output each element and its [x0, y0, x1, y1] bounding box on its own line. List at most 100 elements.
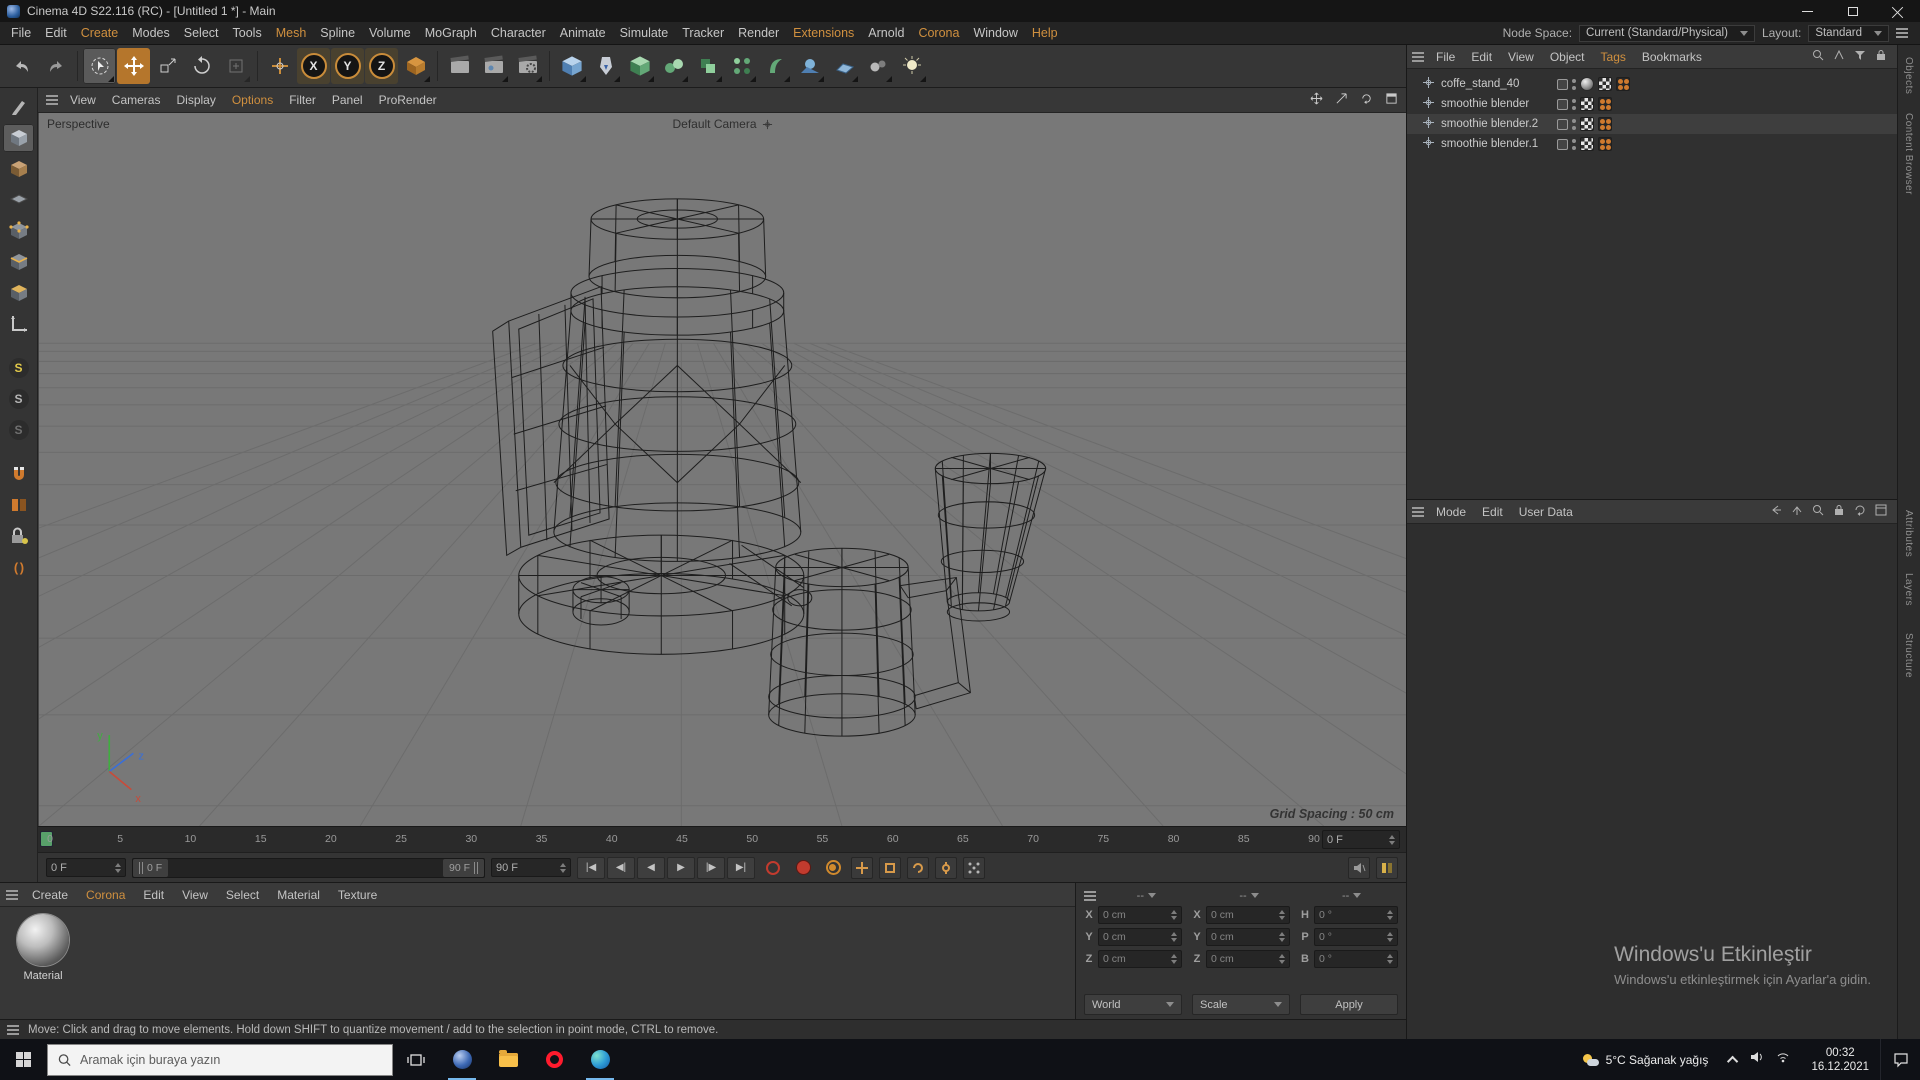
texture-tag-icon[interactable] — [1580, 97, 1594, 111]
lock-icon[interactable] — [1875, 49, 1887, 64]
range-start-handle[interactable]: 0 F — [133, 858, 169, 877]
zoom-view-icon[interactable] — [1335, 92, 1348, 108]
tab-attributes[interactable]: Attributes — [1903, 510, 1914, 557]
viewport-3d[interactable]: y z x Perspective Default Camera Grid Sp… — [38, 113, 1406, 826]
redo-button[interactable] — [39, 48, 72, 84]
space-select[interactable]: World — [1084, 994, 1182, 1015]
am-menu-userdata[interactable]: User Data — [1512, 505, 1580, 519]
menu-create[interactable]: Create — [74, 26, 126, 40]
minimize-button[interactable] — [1785, 0, 1830, 22]
menu-edit[interactable]: Edit — [38, 26, 74, 40]
enable-toggle[interactable] — [1557, 118, 1568, 130]
add-environment-button[interactable] — [793, 48, 826, 84]
maximize-button[interactable] — [1830, 0, 1875, 22]
range-end-handle[interactable]: 90 F — [442, 858, 484, 877]
taskbar-search[interactable] — [47, 1043, 393, 1076]
om-menu-view[interactable]: View — [1501, 50, 1541, 64]
back-arrow-icon[interactable] — [1770, 504, 1782, 519]
am-menu-mode[interactable]: Mode — [1429, 505, 1473, 519]
workplane-mode-button[interactable] — [3, 186, 34, 214]
menu-modes[interactable]: Modes — [125, 26, 177, 40]
add-symmetry-button[interactable] — [657, 48, 690, 84]
vp-menu-cameras[interactable]: Cameras — [104, 93, 169, 107]
path-icon[interactable] — [1833, 49, 1845, 64]
mat-menu-edit[interactable]: Edit — [135, 888, 172, 902]
timeline-ruler[interactable]: 0 5 10 15 20 25 30 35 40 45 50 55 60 65 … — [38, 826, 1406, 852]
search-input[interactable] — [80, 1052, 382, 1067]
preview-range-slider[interactable]: 0 F 90 F — [132, 857, 485, 878]
tab-layers[interactable]: Layers — [1903, 573, 1914, 606]
network-icon[interactable] — [1776, 1050, 1790, 1069]
object-row[interactable]: smoothie blender.2 — [1407, 114, 1897, 134]
rot-b-field[interactable]: 0 ° — [1314, 950, 1398, 968]
x-axis-lock-button[interactable]: X — [297, 48, 330, 84]
spinner-icon[interactable] — [1279, 910, 1285, 920]
texture-tag-icon[interactable] — [1598, 77, 1612, 91]
key-position-button[interactable] — [851, 856, 873, 879]
spinner-icon[interactable] — [560, 862, 566, 873]
mat-menu-texture[interactable]: Texture — [330, 888, 385, 902]
corona-material-tag-icon[interactable] — [1616, 77, 1630, 91]
add-deformer-button[interactable] — [759, 48, 792, 84]
taskbar-weather[interactable]: 5°C Sağanak yağış — [1571, 1039, 1721, 1080]
render-view-button[interactable] — [443, 48, 476, 84]
prev-key-button[interactable]: ◀| — [607, 856, 635, 879]
tab-structure[interactable]: Structure — [1903, 633, 1914, 678]
current-frame-field[interactable]: 0 F — [46, 858, 126, 877]
coordinate-system-button[interactable] — [399, 48, 432, 84]
texture-mode-button[interactable] — [3, 155, 34, 183]
menu-file[interactable]: File — [4, 26, 38, 40]
lock-workplane-button[interactable] — [3, 522, 34, 550]
play-button[interactable]: ▶ — [667, 856, 695, 879]
move-tool-button[interactable] — [117, 48, 150, 84]
visibility-dots[interactable] — [1572, 78, 1576, 90]
corona-material-tag-icon[interactable] — [1598, 97, 1612, 111]
up-arrow-icon[interactable] — [1791, 504, 1803, 519]
key-scale-button[interactable] — [879, 856, 901, 879]
mat-menu-select[interactable]: Select — [218, 888, 267, 902]
spinner-icon[interactable] — [1171, 910, 1177, 920]
visibility-dots[interactable] — [1572, 138, 1576, 150]
menu-help[interactable]: Help — [1025, 26, 1065, 40]
spinner-icon[interactable] — [1387, 954, 1393, 964]
render-picture-viewer-button[interactable] — [477, 48, 510, 84]
material-list[interactable]: Material — [0, 907, 1075, 1019]
scripting-button[interactable]: ( ) — [3, 553, 34, 581]
coordinate-menu-icon[interactable] — [1084, 890, 1096, 901]
visibility-dots[interactable] — [1572, 98, 1576, 110]
make-editable-button[interactable] — [3, 93, 34, 121]
start-button[interactable] — [0, 1039, 47, 1080]
history-icon[interactable] — [1854, 504, 1866, 519]
panel-icon[interactable] — [1875, 504, 1887, 519]
enable-toggle[interactable] — [1557, 98, 1568, 110]
size-y-field[interactable]: 0 cm — [1206, 928, 1290, 946]
edit-render-settings-button[interactable] — [511, 48, 544, 84]
viewport-menu-icon[interactable] — [46, 95, 58, 105]
menu-arnold[interactable]: Arnold — [861, 26, 911, 40]
om-menu-object[interactable]: Object — [1543, 50, 1592, 64]
add-array-button[interactable] — [725, 48, 758, 84]
key-parameter-button[interactable] — [935, 856, 957, 879]
spinner-icon[interactable] — [1279, 932, 1285, 942]
node-space-select[interactable]: Current (Standard/Physical) — [1579, 24, 1755, 42]
record-ring-button[interactable] — [761, 857, 785, 879]
record-button[interactable] — [791, 857, 815, 879]
mat-menu-corona[interactable]: Corona — [78, 888, 133, 902]
undo-button[interactable] — [5, 48, 38, 84]
object-manager-menu-icon[interactable] — [1412, 51, 1424, 62]
menu-select[interactable]: Select — [177, 26, 226, 40]
pos-x-field[interactable]: 0 cm — [1098, 906, 1182, 924]
add-stage-button[interactable] — [861, 48, 894, 84]
ruler-frame-field[interactable]: 0 F — [1322, 830, 1400, 849]
object-list[interactable]: coffe_stand_40 smoothie blender smoothie… — [1407, 69, 1897, 499]
spinner-icon[interactable] — [1387, 932, 1393, 942]
end-frame-field[interactable]: 90 F — [491, 858, 571, 877]
mat-menu-view[interactable]: View — [174, 888, 216, 902]
texture-tag-icon[interactable] — [1580, 137, 1594, 151]
menu-extensions[interactable]: Extensions — [786, 26, 861, 40]
vp-menu-display[interactable]: Display — [168, 93, 223, 107]
om-menu-bookmarks[interactable]: Bookmarks — [1635, 50, 1709, 64]
sound-button[interactable] — [1348, 856, 1370, 879]
add-spline-pen-button[interactable] — [589, 48, 622, 84]
add-instance-button[interactable] — [691, 48, 724, 84]
